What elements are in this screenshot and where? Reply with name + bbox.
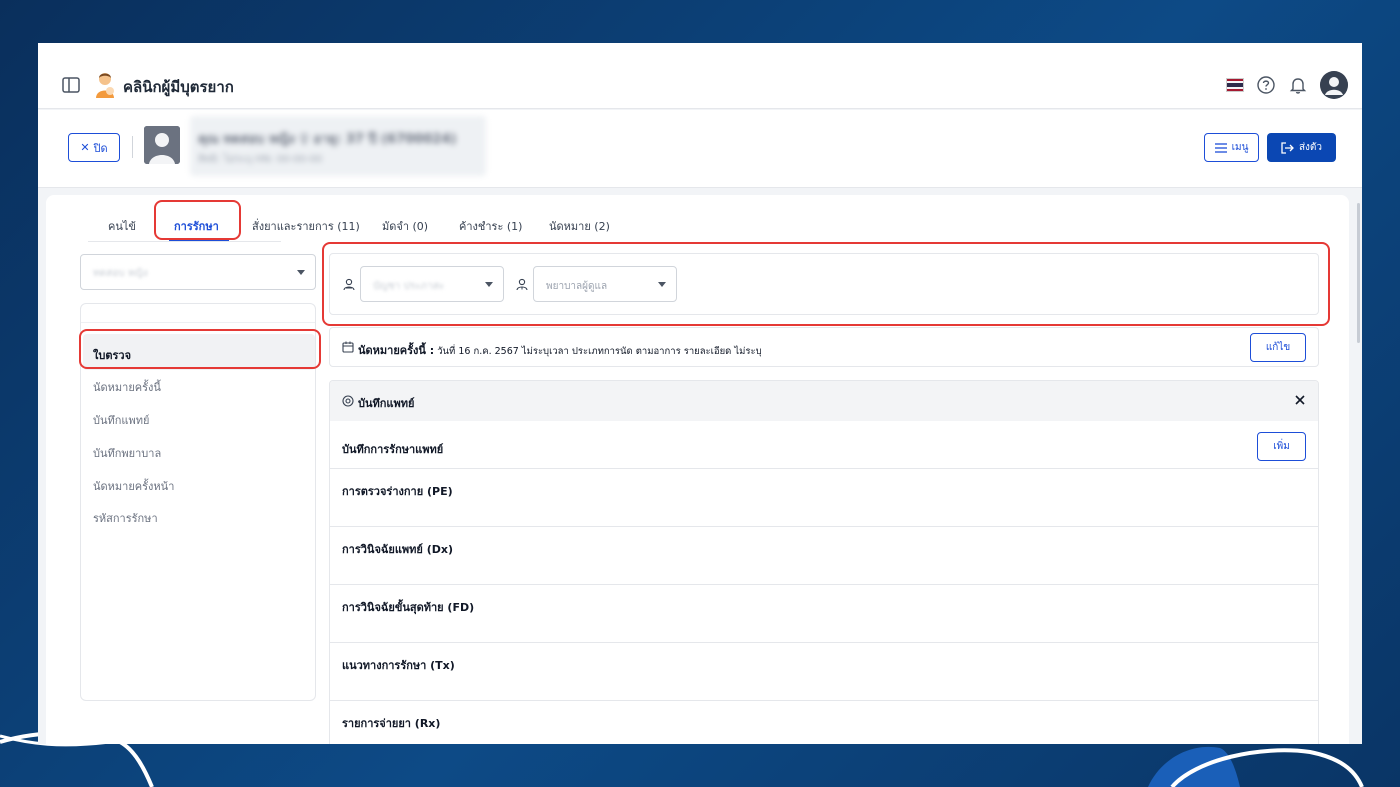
app-top-strip: [38, 43, 1362, 61]
doctor-select[interactable]: บัญชา ประภาสะ: [360, 266, 504, 302]
menu-button[interactable]: เมนู: [1204, 133, 1259, 162]
appointment-title: นัดหมายครั้งนี้ :: [358, 344, 435, 357]
section-divider: [330, 700, 1318, 701]
patient-meta: สิทธิ: ไม่ระบุ HN: 00-00-00: [198, 154, 323, 165]
current-appointment-bar: นัดหมายครั้งนี้ : วันที่ 16 ก.ค. 2567 ไม…: [329, 327, 1319, 367]
nurse-select[interactable]: พยาบาลผู้ดูแล: [533, 266, 677, 302]
nav-item-treatment-code[interactable]: รหัสการรักษา: [93, 509, 158, 527]
top-right-actions: [1226, 70, 1348, 100]
app-title: คลินิกผู้มีบุตรยาก: [123, 78, 234, 96]
appointment-summary: นัดหมายครั้งนี้ : วันที่ 16 ก.ค. 2567 ไม…: [358, 341, 762, 359]
sidebar-toggle-icon[interactable]: [61, 75, 81, 95]
nav-item-nurse-note[interactable]: บันทึกพยาบาล: [93, 444, 161, 462]
doctor-note-header: บันทึกแพทย์: [330, 381, 1318, 421]
main-card: คนไข้ การรักษา สั่งยาและรายการ (11) มัดจ…: [46, 195, 1349, 744]
close-label: ปิด: [93, 141, 108, 155]
user-avatar-icon: [1320, 71, 1348, 99]
page-scrollbar[interactable]: [1357, 203, 1360, 343]
at-sign-icon: [342, 395, 354, 407]
chevron-down-icon: [658, 282, 666, 287]
staff-filter-box: บัญชา ประภาสะ พยาบาลผู้ดูแล: [329, 253, 1319, 315]
doctor-select-value: บัญชา ประภาสะ: [373, 281, 445, 292]
user-avatar[interactable]: [1320, 71, 1348, 99]
nurse-select-placeholder: พยาบาลผู้ดูแล: [546, 281, 608, 292]
section-pe: การตรวจร่างกาย (PE): [342, 485, 453, 498]
edit-appointment-button[interactable]: แก้ไข: [1250, 333, 1306, 362]
nav-item-current-appointment[interactable]: นัดหมายครั้งนี้: [93, 378, 161, 396]
person-placeholder-icon: [144, 126, 180, 164]
nav-item-exam-form[interactable]: ใบตรวจ: [93, 346, 131, 364]
app-window: คลินิกผู้มีบุตรยาก ✕ ปิด คุณ ทดสอบ หญิง …: [38, 43, 1362, 744]
tab-outstanding[interactable]: ค้างชำระ (1): [459, 217, 522, 235]
doctor-note-panel: บันทึกแพทย์ บันทึกการรักษาแพทย์ เพิ่ม กา…: [329, 380, 1319, 744]
close-patient-button[interactable]: ✕ ปิด: [68, 133, 120, 162]
patient-info-blurred: คุณ ทดสอบ หญิง ♀ อายุ: 37 ปี (6700024) ส…: [190, 116, 486, 176]
send-button[interactable]: ส่งตัว: [1267, 133, 1336, 162]
doctor-note-subheader: บันทึกการรักษาแพทย์: [342, 443, 444, 456]
nurse-icon: [516, 278, 528, 290]
menu-label: เมนู: [1231, 142, 1249, 153]
left-nav: ใบตรวจ นัดหมายครั้งนี้ บันทึกแพทย์ บันทึ…: [80, 303, 316, 701]
doctor-icon: [343, 278, 355, 290]
section-dx: การวินิจฉัยแพทย์ (Dx): [342, 543, 453, 556]
nav-top-divider: [81, 322, 315, 323]
tab-treatment[interactable]: การรักษา: [174, 217, 219, 235]
tabs-divider: [88, 241, 281, 242]
patient-photo: [144, 126, 180, 164]
tab-orders[interactable]: สั่งยาและรายการ (11): [252, 217, 360, 235]
section-divider: [330, 468, 1318, 469]
calendar-icon: [342, 341, 354, 353]
patient-select-value: ทดสอบ หญิง: [93, 268, 148, 279]
patient-name: คุณ ทดสอบ หญิง ♀ อายุ: 37 ปี (6700024): [198, 132, 457, 147]
doctor-note-title: บันทึกแพทย์: [358, 397, 415, 410]
exit-arrow-icon: [1281, 141, 1294, 154]
section-fd: การวินิจฉัยขั้นสุดท้าย (FD): [342, 601, 475, 614]
close-x-icon: ✕: [80, 141, 90, 154]
send-label: ส่งตัว: [1298, 142, 1323, 153]
tab-patient[interactable]: คนไข้: [108, 217, 136, 235]
language-flag-icon[interactable]: [1226, 78, 1244, 92]
top-bar: คลินิกผู้มีบุตรยาก: [38, 61, 1362, 109]
section-divider: [330, 526, 1318, 527]
section-rx: รายการจ่ายยา (Rx): [342, 717, 441, 730]
clinic-logo-icon: [96, 73, 114, 98]
patient-header: ✕ ปิด คุณ ทดสอบ หญิง ♀ อายุ: 37 ปี (6700…: [38, 110, 1362, 188]
nav-item-doctor-note[interactable]: บันทึกแพทย์: [93, 411, 149, 429]
section-divider: [330, 642, 1318, 643]
bell-icon[interactable]: [1288, 75, 1308, 95]
patient-select[interactable]: ทดสอบ หญิง: [80, 254, 316, 290]
add-note-button[interactable]: เพิ่ม: [1257, 432, 1306, 461]
section-tx: แนวทางการรักษา (Tx): [342, 659, 455, 672]
tab-appointments[interactable]: นัดหมาย (2): [549, 217, 610, 235]
chevron-down-icon: [297, 270, 305, 275]
help-icon[interactable]: [1256, 75, 1276, 95]
nav-item-next-appointment[interactable]: นัดหมายครั้งหน้า: [93, 477, 174, 495]
active-tab-indicator: [169, 239, 229, 241]
chevron-down-icon: [485, 282, 493, 287]
appointment-detail: วันที่ 16 ก.ค. 2567 ไม่ระบุเวลา ประเภทกา…: [437, 346, 762, 357]
section-divider: [330, 584, 1318, 585]
close-icon[interactable]: [1292, 392, 1308, 408]
divider: [132, 136, 133, 158]
tab-deposit[interactable]: มัดจำ (0): [382, 217, 428, 235]
hamburger-icon: [1214, 142, 1227, 153]
